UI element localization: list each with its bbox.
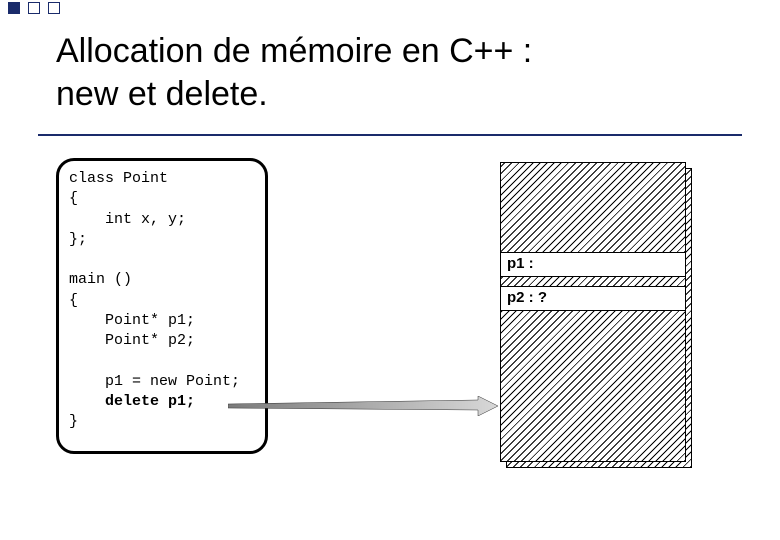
code-line: int x, y;: [69, 211, 186, 228]
title-underline: [38, 134, 742, 136]
code-line: p1 = new Point;: [69, 373, 240, 390]
bullet-icon: [28, 2, 40, 14]
arrow-icon: [228, 396, 498, 416]
code-line: {: [69, 292, 78, 309]
code-line: main (): [69, 271, 132, 288]
mem-region-hatched: [501, 163, 685, 253]
title-line2: new et delete.: [56, 75, 268, 113]
mem-cell-p1: p1 :: [501, 253, 685, 277]
code-line: {: [69, 190, 78, 207]
code-line: Point* p2;: [69, 332, 195, 349]
code-line: delete p1;: [69, 393, 195, 410]
memory-front: p1 : p2 : ?: [500, 162, 686, 462]
bullet-icon: [8, 2, 20, 14]
title-line1: Allocation de mémoire en C++ :: [56, 32, 532, 70]
slide-title: Allocation de mémoire en C++ : new et de…: [56, 30, 532, 115]
slide-bullet-decor: [8, 2, 60, 14]
bullet-icon: [48, 2, 60, 14]
mem-region-hatched: [501, 277, 685, 287]
keyword-delete: delete p1;: [105, 393, 195, 410]
mem-cell-p2: p2 : ?: [501, 287, 685, 311]
memory-diagram: p1 : p2 : ?: [500, 162, 686, 462]
mem-region-hatched: [501, 311, 685, 461]
code-line: Point* p1;: [69, 312, 195, 329]
code-line: };: [69, 231, 87, 248]
code-line: }: [69, 413, 78, 430]
code-line: class Point: [69, 170, 168, 187]
